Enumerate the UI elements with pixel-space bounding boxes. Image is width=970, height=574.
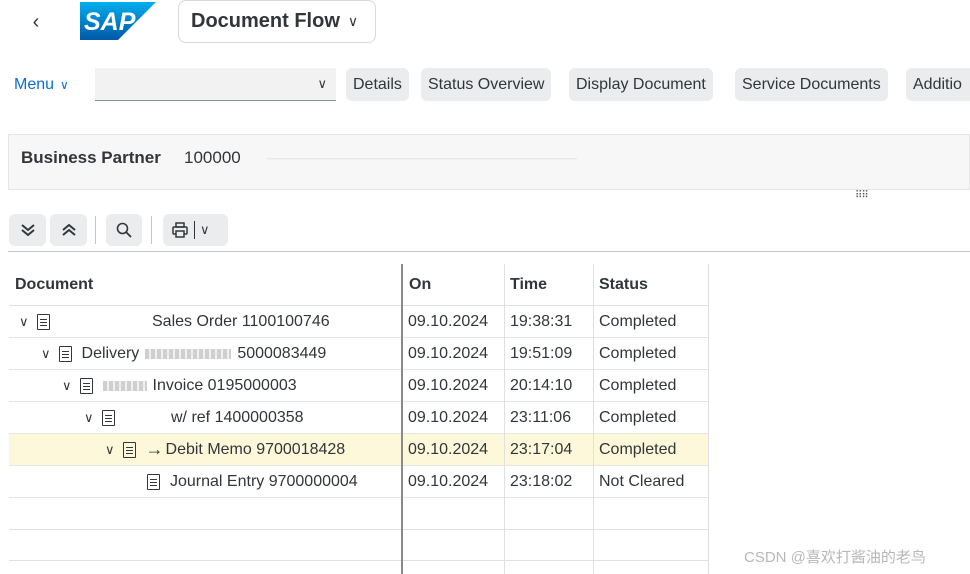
status-cell: Completed <box>599 408 677 426</box>
document-icon <box>36 313 50 330</box>
table-row-selected[interactable]: ∨ → Debit Memo 9700018428 09.10.2024 23:… <box>9 434 709 466</box>
status-cell: Completed <box>599 376 677 394</box>
chevron-down-icon: ∨ <box>60 78 69 92</box>
document-icon <box>79 377 93 394</box>
status-overview-button[interactable]: Status Overview <box>421 68 552 101</box>
status-cell: Completed <box>599 312 677 330</box>
redacted-text <box>102 380 147 391</box>
status-cell: Completed <box>599 440 677 458</box>
empty-row-divider <box>9 560 709 561</box>
watermark: CSDN @喜欢打酱油的老鸟 <box>744 549 926 566</box>
chevron-left-icon: ‹ <box>32 10 40 33</box>
document-prefix: Delivery <box>81 344 140 362</box>
column-header-status[interactable]: Status <box>599 264 648 305</box>
time-cell: 23:18:02 <box>510 472 573 490</box>
app-title-menu[interactable]: Document Flow ∨ <box>178 0 376 43</box>
time-cell: 23:17:04 <box>510 440 573 458</box>
time-cell: 19:51:09 <box>510 344 573 362</box>
app-title: Document Flow <box>191 10 340 32</box>
toolbar-divider <box>8 251 970 252</box>
arrow-right-icon: → <box>145 439 164 459</box>
variant-select[interactable]: ∨ <box>95 68 336 101</box>
expand-all-button[interactable] <box>9 214 46 246</box>
sap-logo-text: SAP <box>84 8 136 36</box>
date-cell: 09.10.2024 <box>408 408 489 426</box>
document-cell: Journal Entry 9700000004 <box>170 472 358 490</box>
resize-grip-icon[interactable]: ⠿⠿ <box>855 190 869 201</box>
partner-label: Business Partner <box>21 148 161 167</box>
chevron-down-icon[interactable]: ∨ <box>41 346 51 362</box>
date-cell: 09.10.2024 <box>408 472 489 490</box>
chevron-down-icon: ∨ <box>347 13 359 29</box>
search-button[interactable] <box>106 214 142 246</box>
chevron-down-icon[interactable]: ∨ <box>62 378 72 394</box>
table-row[interactable]: ∨ Sales Order 1100100746 09.10.2024 19:3… <box>9 306 709 338</box>
document-icon <box>122 441 136 458</box>
split-separator <box>194 221 195 239</box>
table-row[interactable]: Journal Entry 9700000004 09.10.2024 23:1… <box>9 466 709 498</box>
column-divider <box>401 264 403 574</box>
print-menu-button[interactable]: ∨ <box>163 214 228 246</box>
table-row[interactable]: ∨ Invoice 0195000003 09.10.2024 20:14:10… <box>9 370 709 402</box>
details-button[interactable]: Details <box>346 68 409 101</box>
display-document-button[interactable]: Display Document <box>569 68 713 101</box>
header-panel: Business Partner 100000 <box>8 134 970 190</box>
document-icon <box>147 473 160 490</box>
document-icon <box>58 345 72 362</box>
chevron-down-icon: ∨ <box>200 222 210 237</box>
chevron-down-icon[interactable]: ∨ <box>105 442 115 458</box>
time-cell: 19:38:31 <box>510 312 573 330</box>
collapse-all-button[interactable] <box>50 214 87 246</box>
collapse-all-icon <box>61 223 76 236</box>
empty-row-divider <box>9 529 709 530</box>
expand-all-icon <box>20 224 35 237</box>
date-cell: 09.10.2024 <box>408 344 489 362</box>
search-icon <box>116 222 132 238</box>
document-cell: Debit Memo 9700018428 <box>165 440 346 458</box>
document-cell: Invoice 0195000003 <box>152 376 297 394</box>
status-cell: Not Cleared <box>599 472 685 490</box>
time-cell: 20:14:10 <box>510 376 573 394</box>
additional-button[interactable]: Additio <box>906 68 970 101</box>
chevron-down-icon: ∨ <box>317 76 327 91</box>
document-icon <box>101 409 115 426</box>
column-divider <box>708 264 709 574</box>
column-header-on[interactable]: On <box>409 264 431 305</box>
redacted-text <box>267 148 577 168</box>
status-cell: Completed <box>599 344 677 362</box>
time-cell: 23:11:06 <box>510 408 572 426</box>
column-header-document[interactable]: Document <box>15 264 93 305</box>
table-row[interactable]: ∨ w/ ref 1400000358 09.10.2024 23:11:06 … <box>9 402 709 434</box>
menu-button[interactable]: Menu ∨ <box>14 72 69 98</box>
chevron-down-icon[interactable]: ∨ <box>19 314 29 330</box>
document-cell: w/ ref 1400000358 <box>171 408 304 426</box>
column-header-time[interactable]: Time <box>510 264 547 305</box>
redacted-text <box>145 348 232 359</box>
table-row[interactable]: ∨ Delivery 5000083449 09.10.2024 19:51:0… <box>9 338 709 370</box>
service-documents-button[interactable]: Service Documents <box>735 68 888 101</box>
document-cell: 5000083449 <box>237 344 327 362</box>
toolbar-separator <box>151 216 152 244</box>
date-cell: 09.10.2024 <box>408 376 489 394</box>
column-divider <box>593 264 594 574</box>
document-cell: Sales Order 1100100746 <box>152 312 330 330</box>
toolbar-separator <box>95 216 96 244</box>
menu-label: Menu <box>14 76 55 93</box>
date-cell: 09.10.2024 <box>408 440 489 458</box>
chevron-down-icon[interactable]: ∨ <box>84 410 94 426</box>
date-cell: 09.10.2024 <box>408 312 489 330</box>
column-divider <box>504 264 505 574</box>
sap-logo: SAP <box>80 2 156 40</box>
back-button[interactable]: ‹ <box>22 8 50 36</box>
print-icon <box>172 222 188 238</box>
partner-value: 100000 <box>184 148 241 167</box>
